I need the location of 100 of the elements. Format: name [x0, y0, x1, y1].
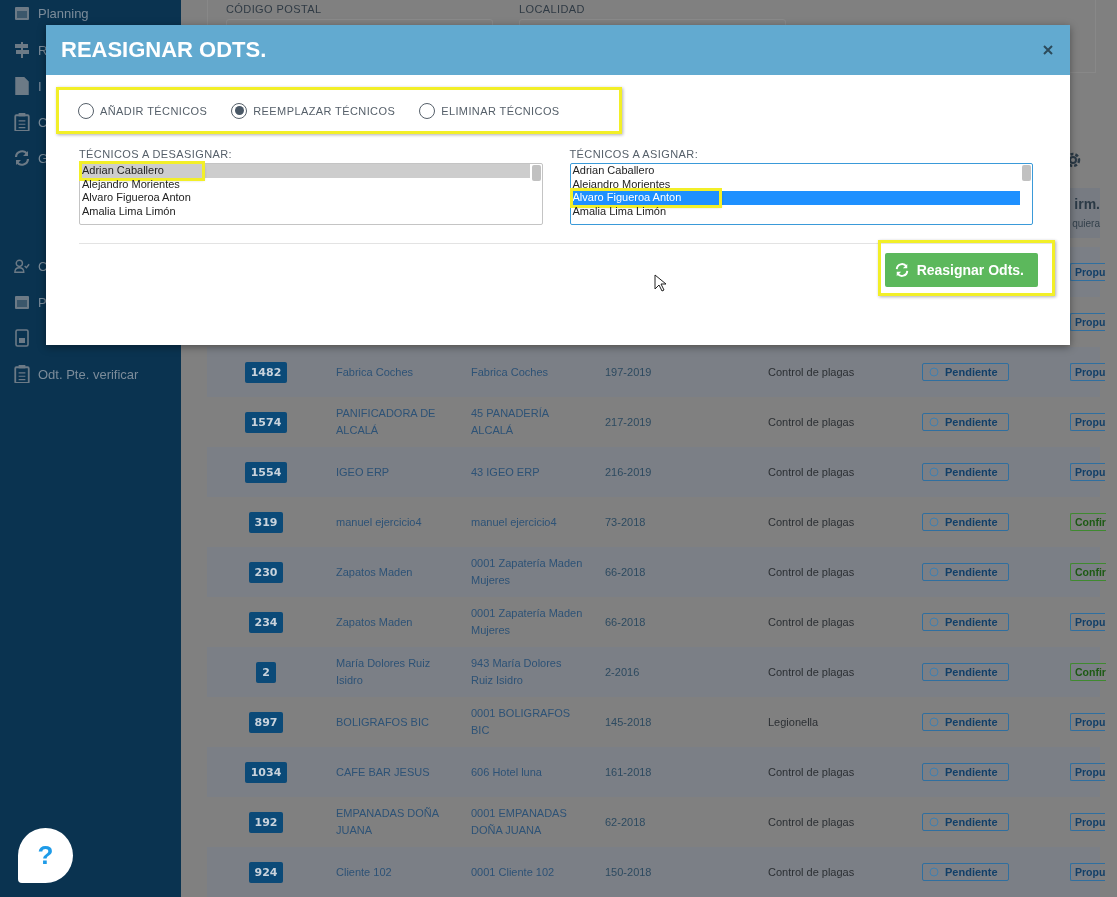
radio-option[interactable]: AÑADIR TÉCNICOS [78, 102, 208, 119]
status-text: Pendiente [945, 516, 998, 528]
list-box[interactable]: Adrian Caballero Alejandro Morientes Alvaro Figueroa Anton Amalia Lima Limón [569, 163, 1033, 225]
circle-icon [929, 517, 939, 527]
sidebar-item[interactable]: Planning [38, 5, 89, 21]
status-text: Pendiente [945, 416, 998, 428]
table-cell-text: PANIFICADORA DE ALCALÁ [336, 406, 437, 438]
status-text: Pendiente [945, 866, 998, 878]
table-cell-text: 606 Hotel luna [471, 764, 543, 780]
radio-label: REEMPLAZAR TÉCNICOS [253, 104, 396, 117]
option-text: Amalia Lima Limón [82, 204, 176, 217]
table-cell-text: María Dolores Ruiz Isidro [336, 656, 432, 688]
table-cell: 66-2018 [605, 616, 646, 628]
radio-option[interactable]: REEMPLAZAR TÉCNICOS [231, 102, 396, 119]
table-cell-text: Fabrica Coches [336, 364, 415, 380]
table-cell-text: IGEO ERP [336, 464, 391, 480]
list-option[interactable]: Amalia Lima Limón [81, 204, 530, 218]
clipboard-icon[interactable] [14, 365, 30, 383]
list-option[interactable]: Alejandro Morientes [81, 177, 530, 191]
signpost-icon[interactable] [14, 41, 30, 59]
list-option[interactable]: Alejandro Morientes [571, 177, 1020, 191]
circle-icon [929, 767, 939, 777]
status-text: Pendiente [945, 816, 998, 828]
status-tag: Propu [1070, 613, 1106, 631]
table-cell: Control de plagas [768, 466, 855, 478]
list-option[interactable]: Alvaro Figueroa Anton [571, 191, 1020, 205]
order-number-badge[interactable]: 230 [248, 561, 284, 583]
table-cell-text: CAFE BAR JESUS [336, 764, 431, 780]
table-cell: 73-2018 [605, 516, 646, 528]
order-number-badge[interactable]: 192 [248, 811, 284, 833]
column-hint: quiera [1072, 218, 1100, 230]
list-option[interactable]: Adrian Caballero [81, 164, 530, 178]
table-cell-text: 0001 Zapatería Maden Mujeres [471, 556, 583, 588]
status-tag: Propu [1070, 463, 1106, 481]
document-icon[interactable] [14, 77, 30, 95]
table-cell: Control de plagas [768, 766, 855, 778]
sidebar-item[interactable]: C [38, 114, 48, 130]
table-cell: 217-2019 [605, 416, 652, 428]
refresh-icon[interactable] [14, 149, 30, 167]
column-title: irm. [1074, 196, 1100, 213]
option-text: Adrian Caballero [82, 164, 202, 178]
table-cell: Control de plagas [768, 516, 855, 528]
circle-icon [929, 467, 939, 477]
order-number-badge[interactable]: 1574 [244, 411, 288, 433]
field-label: LOCALIDAD [519, 3, 586, 15]
list-option[interactable]: Alvaro Figueroa Anton [81, 191, 530, 205]
list-box[interactable]: Adrian Caballero Alejandro Morientes Alvaro Figueroa Anton Amalia Lima Limón [79, 163, 543, 225]
status-tag: Confir [1070, 513, 1106, 531]
order-number-badge[interactable]: 234 [248, 611, 284, 633]
sidebar-item[interactable]: I [38, 78, 42, 94]
table-cell-text: 0001 Zapatería Maden Mujeres [471, 606, 583, 638]
refresh-icon [894, 263, 909, 277]
table-cell-text: 43 IGEO ERP [471, 464, 541, 480]
circle-icon [929, 567, 939, 577]
order-number-badge[interactable]: 2 [256, 661, 276, 683]
table-cell: Control de plagas [768, 566, 855, 578]
list-option[interactable]: Adrian Caballero [571, 164, 1020, 178]
list-option[interactable]: Amalia Lima Limón [571, 204, 1020, 218]
clipboard-icon[interactable] [14, 113, 30, 131]
order-number-badge[interactable]: 924 [248, 861, 284, 883]
user-check-icon[interactable] [14, 257, 30, 275]
order-number-badge[interactable]: 319 [248, 511, 284, 533]
order-number-badge[interactable]: 1034 [244, 761, 288, 783]
table-cell: 145-2018 [605, 716, 652, 728]
field-label: CÓDIGO POSTAL [226, 3, 323, 15]
circle-icon [929, 817, 939, 827]
table-cell-text: 45 PANADERÍA ALCALÁ [471, 406, 550, 438]
table-cell: Control de plagas [768, 816, 855, 828]
status-tag: Propu [1070, 413, 1106, 431]
order-number-badge[interactable]: 1554 [244, 461, 288, 483]
option-text: Alejandro Morientes [82, 177, 180, 190]
circle-icon [929, 717, 939, 727]
status-tag: Propu [1070, 363, 1106, 381]
scrollbar-thumb[interactable] [1022, 165, 1031, 181]
option-text: Amalia Lima Limón [572, 204, 667, 217]
table-cell: 161-2018 [605, 766, 652, 778]
table-cell: Control de plagas [768, 666, 855, 678]
table-cell-text: Fabrica Coches [471, 364, 550, 380]
table-cell: 197-2019 [605, 366, 652, 378]
table-cell-text: 0001 BOLIGRAFOS BIC [471, 706, 572, 738]
table-cell: 62-2018 [605, 816, 646, 828]
radio-option[interactable]: ELIMINAR TÉCNICOS [419, 102, 560, 119]
order-number-badge[interactable]: 1482 [244, 361, 288, 383]
circle-icon [929, 617, 939, 627]
table-cell-text: Cliente 102 [336, 864, 393, 880]
scrollbar-thumb[interactable] [531, 165, 541, 181]
radio-label: ELIMINAR TÉCNICOS [441, 104, 560, 117]
status-text: Pendiente [945, 366, 998, 378]
order-number-badge[interactable]: 897 [248, 711, 284, 733]
sidebar-item[interactable]: C [38, 258, 48, 274]
list-label: TÉCNICOS A ASIGNAR: [569, 148, 700, 160]
status-tag: Propu [1070, 863, 1106, 881]
sidebar-item[interactable]: P [38, 294, 47, 310]
sidebar-item[interactable]: R [38, 42, 48, 58]
radio-label: AÑADIR TÉCNICOS [100, 104, 208, 117]
sidebar-item[interactable]: Odt. Pte. verificar [38, 366, 139, 382]
close-icon[interactable] [1042, 44, 1054, 56]
table-cell: 216-2019 [605, 466, 652, 478]
table-cell: Legionella [768, 716, 819, 728]
status-tag: Propu [1070, 813, 1106, 831]
